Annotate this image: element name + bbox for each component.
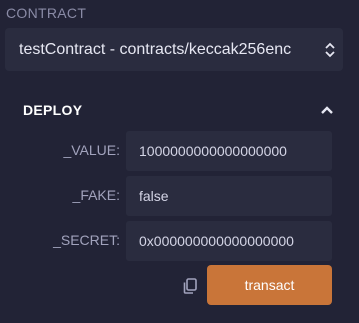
secret-input[interactable]: 0x000000000000000000 — [126, 221, 332, 261]
contract-section-label: CONTRACT — [6, 5, 87, 21]
copy-icon[interactable] — [181, 277, 199, 295]
contract-select[interactable]: testContract - contracts/keccak256enc — [5, 28, 343, 71]
deploy-panel: CONTRACT testContract - contracts/keccak… — [0, 0, 359, 323]
transact-button[interactable]: transact — [207, 265, 332, 305]
fake-input[interactable]: false — [126, 176, 332, 216]
deploy-title: DEPLOY — [23, 102, 83, 118]
contract-select-value: testContract - contracts/keccak256enc — [19, 40, 292, 58]
param-label-fake: _FAKE: — [72, 187, 120, 203]
param-label-value: _VALUE: — [63, 142, 120, 158]
chevron-up-down-icon — [325, 42, 335, 58]
param-row-secret: _SECRET: 0x000000000000000000 — [0, 221, 359, 261]
deploy-header: DEPLOY — [23, 102, 334, 118]
chevron-up-icon[interactable] — [320, 105, 334, 115]
param-row-fake: _FAKE: false — [0, 176, 359, 216]
param-row-value: _VALUE: 1000000000000000000 — [0, 131, 359, 171]
value-input[interactable]: 1000000000000000000 — [126, 131, 332, 171]
param-label-secret: _SECRET: — [53, 232, 120, 248]
